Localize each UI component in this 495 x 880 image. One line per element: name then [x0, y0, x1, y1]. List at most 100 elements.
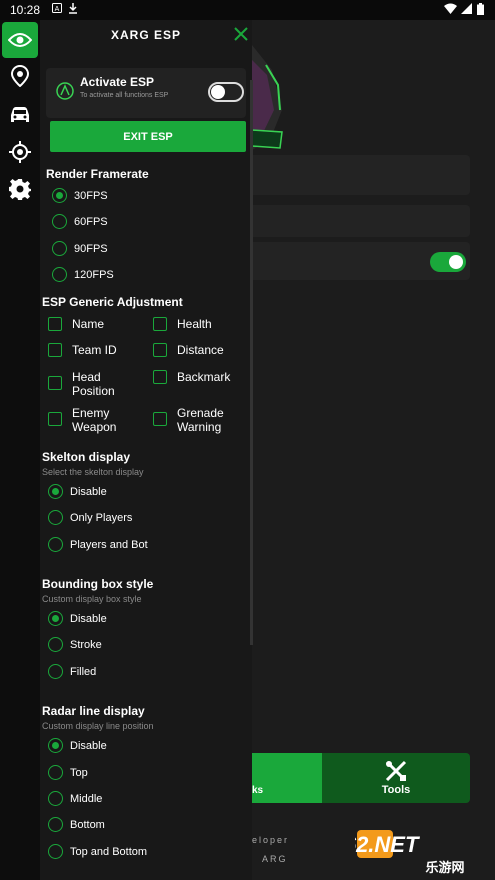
check-label: Health — [177, 317, 212, 331]
radio-icon — [52, 214, 67, 229]
radar-option-top-and-bottom[interactable]: Top and Bottom — [48, 844, 147, 859]
activate-esp-title: Activate ESP — [80, 75, 155, 89]
radar-option-bottom[interactable]: Bottom — [48, 817, 105, 832]
skelton-display-heading: Skelton display — [42, 450, 131, 464]
checkbox-icon — [153, 370, 167, 384]
check-head-position[interactable]: Head Position — [48, 370, 132, 398]
radio-icon — [48, 537, 63, 552]
skelton-option-disable[interactable]: Disable — [48, 484, 107, 499]
checkbox-icon — [48, 343, 62, 357]
option-label: Top — [70, 766, 88, 779]
app-logo-icon — [56, 82, 74, 100]
check-distance[interactable]: Distance — [153, 343, 237, 357]
radio-icon — [48, 664, 63, 679]
radio-selected-icon — [48, 484, 63, 499]
option-label: Top and Bottom — [70, 845, 148, 858]
box-option-stroke[interactable]: Stroke — [48, 637, 102, 652]
generic-adjustment-heading: ESP Generic Adjustment — [42, 295, 183, 309]
tools-icon — [385, 760, 407, 782]
exit-esp-button[interactable]: EXIT ESP — [50, 121, 246, 152]
check-label: Name — [72, 317, 105, 331]
skelton-option-only-players[interactable]: Only Players — [48, 510, 132, 525]
drawer-scrollbar[interactable] — [250, 80, 253, 645]
activate-esp-toggle[interactable] — [208, 82, 244, 102]
option-label: 120FPS — [74, 268, 114, 281]
close-icon — [234, 27, 248, 41]
framerate-option-60[interactable]: 60FPS — [52, 214, 108, 229]
background-app: ks Tools eloper ARG — [252, 20, 495, 880]
option-label: Disable — [70, 739, 107, 752]
close-button[interactable] — [234, 26, 248, 46]
radio-selected-icon — [52, 188, 67, 203]
developer-name: ARG — [262, 854, 288, 864]
drawer-title: XARG ESP — [110, 28, 181, 42]
radio-selected-icon — [48, 611, 63, 626]
option-label: Filled — [70, 665, 97, 678]
radar-line-subtitle: Custom display line position — [42, 721, 154, 731]
bg-nav-tools[interactable]: Tools — [322, 753, 470, 803]
esp-drawer: XARG ESP Activate ESP To activate all fu… — [40, 20, 252, 880]
bg-panel-1 — [252, 155, 470, 195]
developer-label: eloper — [252, 835, 290, 845]
activate-esp-card: Activate ESP To activate all functions E… — [46, 68, 246, 118]
option-label: Disable — [70, 612, 107, 625]
radar-option-middle[interactable]: Middle — [48, 791, 102, 806]
wifi-icon — [444, 3, 457, 17]
bg-panel-3 — [252, 242, 470, 280]
eye-icon — [8, 33, 32, 47]
rail-car-button[interactable] — [2, 97, 38, 133]
option-label: Players and Bot — [70, 538, 148, 551]
radio-icon — [48, 765, 63, 780]
radar-option-disable[interactable]: Disable — [48, 738, 107, 753]
radio-icon — [48, 637, 63, 652]
check-label: Head Position — [72, 370, 115, 398]
check-grenade-warning[interactable]: Grenade Warning — [153, 406, 237, 434]
crosshair-icon — [9, 141, 31, 163]
option-label: Only Players — [70, 511, 133, 524]
bg-bottom-nav: ks Tools — [252, 753, 470, 803]
box-option-filled[interactable]: Filled — [48, 664, 96, 679]
location-icon — [11, 65, 29, 87]
svg-text:A: A — [55, 6, 60, 13]
option-label: Stroke — [70, 638, 102, 651]
checkbox-icon — [153, 317, 167, 331]
check-team-id[interactable]: Team ID — [48, 343, 132, 357]
radio-icon — [48, 791, 63, 806]
checkbox-icon — [48, 412, 62, 426]
radio-icon — [52, 241, 67, 256]
framerate-option-120[interactable]: 120FPS — [52, 267, 114, 282]
check-backmark[interactable]: Backmark — [153, 370, 252, 384]
bg-nav-partial-label: ks — [252, 785, 264, 796]
check-enemy-weapon[interactable]: Enemy Weapon — [48, 406, 132, 434]
status-bar: 10:28 A — [0, 0, 495, 20]
rail-location-button[interactable] — [2, 58, 38, 94]
check-label: Grenade Warning — [177, 406, 224, 434]
check-name[interactable]: Name — [48, 317, 132, 331]
car-icon — [11, 107, 29, 122]
check-label: Enemy Weapon — [72, 406, 117, 434]
bg-toggle[interactable] — [430, 252, 466, 272]
option-label: 30FPS — [74, 189, 108, 202]
radar-option-top[interactable]: Top — [48, 765, 88, 780]
check-health[interactable]: Health — [153, 317, 237, 331]
box-option-disable[interactable]: Disable — [48, 611, 107, 626]
radio-icon — [52, 267, 67, 282]
status-time: 10:28 — [10, 3, 41, 17]
battery-icon — [477, 3, 484, 18]
watermark-sub: 乐游网 — [425, 860, 464, 876]
notification-a-icon: A — [52, 3, 62, 16]
gear-icon — [9, 179, 31, 200]
skelton-option-players-and-bot[interactable]: Players and Bot — [48, 537, 148, 552]
check-label: Team ID — [72, 343, 117, 357]
skelton-display-subtitle: Select the skelton display — [42, 467, 144, 477]
watermark-logo: 962.NET 乐游网 — [355, 830, 465, 876]
bg-nav-partial[interactable]: ks — [252, 753, 322, 803]
framerate-option-30[interactable]: 30FPS — [52, 188, 108, 203]
rail-crosshair-button[interactable] — [2, 134, 38, 170]
rail-settings-button[interactable] — [2, 171, 38, 207]
rail-eye-button[interactable] — [2, 22, 38, 58]
framerate-option-90[interactable]: 90FPS — [52, 241, 108, 256]
radar-line-heading: Radar line display — [42, 704, 145, 718]
checkbox-icon — [48, 376, 62, 390]
tools-label: Tools — [381, 784, 411, 796]
